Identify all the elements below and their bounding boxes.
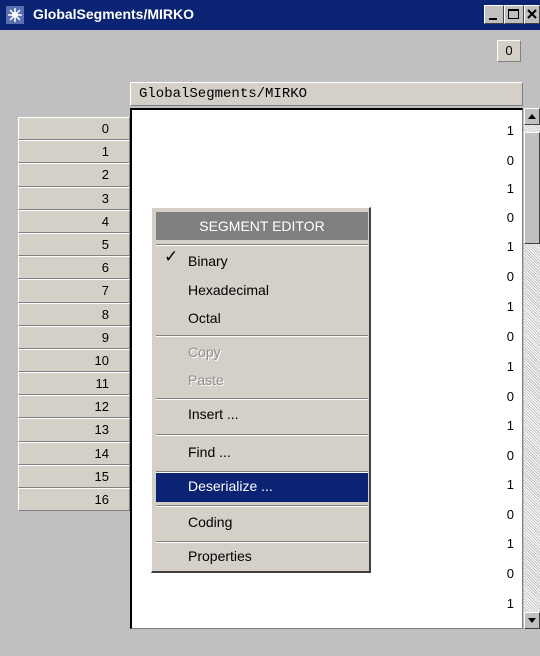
segment-value[interactable]: 1 [507,123,514,138]
vertical-scrollbar[interactable] [524,108,540,629]
menu-item-properties[interactable]: Properties [188,548,252,564]
segment-value[interactable]: 0 [507,153,514,168]
segment-value[interactable]: 1 [507,299,514,314]
row-number[interactable]: 16 [18,488,130,512]
scroll-down-button[interactable] [524,612,540,629]
row-number[interactable]: 6 [18,256,130,280]
menu-separator [156,335,368,337]
menu-separator [156,434,368,436]
row-number[interactable]: 8 [18,302,130,326]
segment-value[interactable]: 1 [507,596,514,611]
checkmark-icon: ✓ [164,247,179,266]
row-number[interactable]: 5 [18,232,130,257]
row-number[interactable]: 9 [18,325,130,349]
segment-value[interactable]: 0 [507,507,514,522]
arrow-down-icon [528,618,536,623]
row-number[interactable]: 10 [18,348,130,373]
row-headers: 0 1 2 3 4 5 6 7 8 9 10 11 12 13 14 15 16 [18,117,130,512]
segment-value[interactable]: 0 [507,269,514,284]
segment-counter: 0 [497,40,521,62]
row-number[interactable]: 14 [18,441,130,465]
segment-value[interactable]: 0 [507,329,514,344]
row-number[interactable]: 4 [18,209,130,233]
menu-item-deserialize-label: Deserialize ... [188,478,273,494]
menu-separator [156,541,368,543]
menu-separator [156,244,368,246]
row-number[interactable]: 7 [18,279,130,303]
segment-value[interactable]: 0 [507,448,514,463]
row-number[interactable]: 3 [18,186,130,210]
app-icon [6,6,24,24]
row-number[interactable]: 1 [18,140,130,164]
menu-item-find[interactable]: Find ... [188,444,231,460]
menu-item-paste[interactable]: Paste [188,372,224,388]
menu-item-octal[interactable]: Octal [188,310,221,326]
menu-separator [156,398,368,400]
title-bar: GlobalSegments/MIRKO [0,0,540,30]
segment-value[interactable]: 1 [507,239,514,254]
scroll-thumb[interactable] [524,132,540,244]
maximize-icon [508,9,519,19]
menu-item-coding[interactable]: Coding [188,514,232,530]
menu-item-deserialize[interactable]: Deserialize ... [156,473,368,502]
segment-value[interactable]: 1 [507,181,514,196]
scroll-up-button[interactable] [524,108,540,125]
row-number[interactable]: 13 [18,418,130,442]
menu-item-binary[interactable]: Binary [188,253,228,269]
segment-value[interactable]: 0 [507,566,514,581]
close-button[interactable] [524,5,540,24]
segment-value[interactable]: 0 [507,389,514,404]
menu-item-insert[interactable]: Insert ... [188,406,239,422]
row-number[interactable]: 2 [18,163,130,187]
minimize-button[interactable] [484,5,504,24]
segment-value[interactable]: 1 [507,418,514,433]
segment-value[interactable]: 1 [507,536,514,551]
segment-value[interactable]: 1 [507,359,514,374]
window-title: GlobalSegments/MIRKO [33,6,195,22]
menu-item-hexadecimal[interactable]: Hexadecimal [188,282,269,298]
segment-editor-menu: SEGMENT EDITOR ✓ Binary Hexadecimal Octa… [151,207,371,573]
minimize-icon [489,18,497,20]
menu-item-copy[interactable]: Copy [188,344,221,360]
menu-title: SEGMENT EDITOR [156,212,368,240]
row-number[interactable]: 11 [18,372,130,396]
segment-value[interactable]: 0 [507,210,514,225]
arrow-up-icon [528,114,536,119]
row-number[interactable]: 0 [18,117,130,141]
column-header[interactable]: GlobalSegments/MIRKO [130,82,523,106]
menu-separator [156,505,368,507]
close-icon [527,9,537,19]
row-number[interactable]: 15 [18,464,130,488]
segment-value[interactable]: 1 [507,477,514,492]
row-number[interactable]: 12 [18,395,130,419]
maximize-button[interactable] [504,5,524,24]
